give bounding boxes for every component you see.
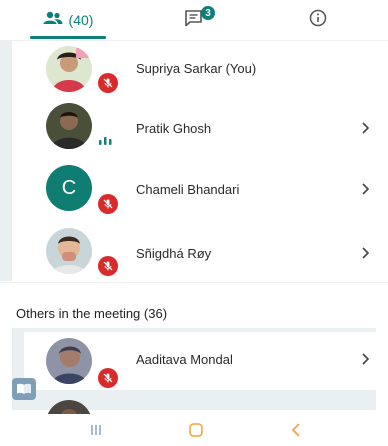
muted-mic-icon: [98, 194, 118, 214]
chevron-right-icon: [362, 122, 370, 134]
people-icon: [43, 11, 63, 30]
participant-name: Supriya Sarkar (You): [136, 61, 257, 76]
muted-mic-icon: [98, 368, 118, 388]
recents-icon: [91, 425, 101, 435]
chevron-right-icon: [362, 183, 370, 195]
muted-mic-icon: [98, 256, 118, 276]
participant-row[interactable]: Pratik Ghosh: [12, 97, 388, 159]
avatar: [46, 103, 92, 149]
info-icon: [309, 9, 327, 32]
list-left-strip: [0, 41, 12, 281]
avatar: [46, 46, 92, 92]
tab-info[interactable]: [296, 0, 340, 40]
tab-people[interactable]: (40): [18, 0, 118, 40]
section-divider: [0, 282, 388, 283]
avatar: [46, 400, 92, 414]
participants-tabbar: (40) 3: [0, 0, 388, 40]
speaking-indicator-icon: [98, 134, 114, 146]
participant-row[interactable]: Aaditava Mondal: [12, 332, 388, 390]
participant-name: Pratik Ghosh: [136, 121, 212, 136]
participant-name: Chameli Bhandari: [136, 182, 240, 197]
avatar: [46, 228, 92, 274]
recents-button[interactable]: [76, 418, 116, 442]
back-button[interactable]: [276, 418, 316, 442]
back-icon: [291, 423, 300, 437]
participant-name: Aaditava Mondal: [136, 352, 233, 367]
active-tab-indicator: [30, 36, 106, 39]
participant-row[interactable]: Sñigdhá Røy: [12, 220, 388, 282]
participant-name: Sñigdhá Røy: [136, 246, 212, 261]
open-book-icon[interactable]: [12, 378, 36, 400]
participants-screen: (40) 3 Supriya Sarkar (You) Pratik Ghosh…: [0, 0, 388, 446]
participant-row[interactable]: Supriya Sarkar (You): [12, 41, 388, 103]
home-button[interactable]: [176, 418, 216, 442]
muted-mic-icon: [98, 73, 118, 93]
home-icon: [189, 423, 203, 437]
chevron-right-icon: [362, 353, 370, 365]
system-navbar: [0, 414, 388, 446]
participant-row[interactable]: C Chameli Bhandari: [12, 158, 388, 220]
chevron-right-icon: [362, 247, 370, 259]
tab-people-count: (40): [68, 12, 94, 28]
avatar: [46, 338, 92, 384]
others-section-title: Others in the meeting (36): [16, 306, 168, 321]
chat-unread-badge: 3: [201, 6, 215, 20]
avatar: C: [46, 165, 92, 211]
